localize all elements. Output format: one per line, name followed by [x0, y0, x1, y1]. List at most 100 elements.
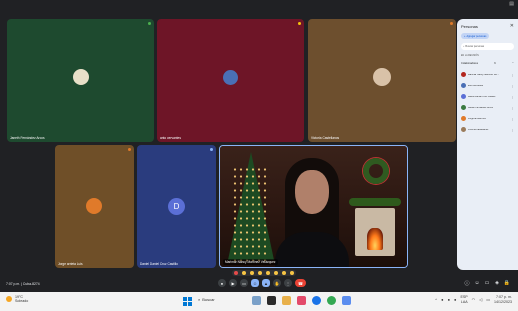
screen: ▤ Janeth Fernández Arcos anto cervantes … — [0, 0, 518, 311]
list-item[interactable]: Marimar Nancy Martínez Vel… ⋮ — [461, 69, 514, 80]
party-icon[interactable] — [250, 271, 254, 275]
end-call-icon[interactable]: ☎ — [295, 279, 306, 287]
mic-indicator-icon — [128, 148, 131, 151]
lang-code: ESP — [460, 295, 468, 299]
window-controls-icon[interactable]: ▤ — [509, 1, 514, 7]
collaborators-group[interactable]: Colaboradores 6 ⌃ — [461, 60, 514, 66]
language-indicator[interactable]: ESP LAA — [460, 295, 467, 304]
app-icon[interactable] — [252, 296, 261, 305]
chat-icon[interactable]: ▭ — [484, 280, 490, 286]
search-people-input[interactable]: ⌕ Buscar personas — [461, 43, 514, 50]
avatar — [461, 72, 466, 77]
clock[interactable]: 7:07 p. m. 14/12/2023 — [494, 295, 512, 304]
more-icon[interactable]: ⋮ — [284, 279, 292, 287]
wifi-icon[interactable]: ◠ — [472, 297, 476, 302]
search-placeholder: Buscar personas — [465, 45, 485, 48]
sun-icon — [6, 296, 12, 302]
clap-icon[interactable] — [258, 271, 262, 275]
laugh-icon[interactable] — [266, 271, 270, 275]
edge-icon[interactable] — [312, 296, 321, 305]
participant-name: Jorge arrieta Luis — [58, 262, 83, 266]
person-name: Daniel Daniel Cruz Castillo — [468, 95, 496, 98]
avatar: D — [168, 198, 185, 215]
people-list: Marimar Nancy Martínez Vel… ⋮ anto cerva… — [461, 69, 514, 135]
panel-title: Personas — [461, 24, 478, 29]
garland — [349, 198, 401, 206]
tray-app-icon[interactable]: ● — [454, 297, 456, 302]
list-item[interactable]: Victoria Castellanos ⋮ — [461, 124, 514, 135]
heart-icon[interactable] — [234, 271, 238, 275]
weather-widget[interactable]: 19°C Soleado — [6, 295, 28, 303]
mic-indicator-icon — [148, 22, 151, 25]
more-icon[interactable]: ⋮ — [511, 106, 514, 110]
cry-icon[interactable] — [282, 271, 286, 275]
people-icon[interactable]: ☺ — [474, 280, 480, 286]
present-icon[interactable]: ▲ — [262, 279, 270, 287]
add-people-label: Agregar personas — [466, 34, 487, 38]
participant-tile[interactable]: D Daniel Daniel Cruz Castillo — [137, 145, 216, 268]
mic-icon[interactable]: ● — [218, 279, 226, 287]
participant-video — [275, 154, 349, 267]
search-icon: ⌕ — [198, 297, 201, 302]
participant-name: Victoria Castellanos — [311, 136, 340, 140]
activities-icon[interactable]: ◈ — [494, 280, 500, 286]
taskbar-search[interactable]: ⌕ Buscar — [198, 297, 215, 302]
camera-icon[interactable]: ▶ — [229, 279, 237, 287]
chevron-up-icon[interactable]: ⌃ — [512, 62, 514, 65]
raise-hand-icon[interactable]: ✋ — [273, 279, 281, 287]
participant-tile[interactable]: Jorge arrieta Luis — [55, 145, 134, 268]
app-icon[interactable] — [267, 296, 276, 305]
mic-indicator-icon — [298, 22, 301, 25]
weather-condition: Soleado — [15, 299, 29, 303]
volume-icon[interactable]: ◁ — [479, 297, 482, 302]
list-item[interactable]: Daniel Daniel Cruz Castillo ⋮ — [461, 91, 514, 102]
person-name: Marimar Nancy Martínez Vel… — [468, 73, 500, 76]
participant-tile[interactable]: Janeth Fernández Arcos — [7, 19, 154, 142]
participant-tile[interactable]: Victoria Castellanos — [308, 19, 456, 142]
more-icon[interactable]: ⋮ — [511, 117, 514, 121]
section-label: EN LA REUNIÓN — [461, 55, 479, 57]
avatar — [461, 83, 466, 88]
list-item[interactable]: Janeth Fernández Arcos ⋮ — [461, 102, 514, 113]
surprise-icon[interactable] — [274, 271, 278, 275]
add-person-icon: + — [464, 34, 466, 38]
start-button[interactable] — [183, 297, 192, 306]
tray-app-icon[interactable]: ● — [448, 297, 450, 302]
meeting-info: 7:07 p.m. | Cuba-8274 — [6, 282, 40, 286]
thumbs-up-icon[interactable] — [242, 271, 246, 275]
more-icon[interactable]: ⋮ — [511, 128, 514, 132]
participant-name: anto cervantes — [160, 136, 181, 140]
app-icon[interactable] — [297, 296, 306, 305]
thinking-icon[interactable] — [290, 271, 294, 275]
chrome-icon[interactable] — [327, 296, 336, 305]
more-icon[interactable]: ⋮ — [511, 84, 514, 88]
close-icon[interactable]: ✕ — [510, 23, 514, 29]
search-icon: ⌕ — [463, 45, 465, 48]
tray-app-icon[interactable]: ● — [441, 297, 443, 302]
person-name: anto cervantes — [468, 84, 484, 87]
reactions-bar[interactable] — [232, 270, 296, 276]
mic-indicator-icon — [450, 22, 453, 25]
chevron-up-icon[interactable]: ^ — [435, 297, 437, 302]
folder-icon[interactable] — [282, 296, 291, 305]
person-name: Janeth Fernández Arcos — [468, 106, 493, 109]
participant-video-tile[interactable]: Marimar Nancy Martínez Velázquez — [219, 145, 408, 268]
list-item[interactable]: Jorge arrieta Luis ⋮ — [461, 113, 514, 124]
person-name: Jorge arrieta Luis — [468, 117, 486, 120]
app-icon[interactable] — [342, 296, 351, 305]
lock-icon[interactable]: 🔒 — [504, 280, 510, 286]
battery-icon[interactable]: ▭ — [486, 297, 490, 302]
more-icon[interactable]: ⋮ — [511, 95, 514, 99]
add-people-button[interactable]: + Agregar personas — [461, 33, 490, 39]
wreath — [363, 158, 389, 184]
participant-tile[interactable]: anto cervantes — [157, 19, 304, 142]
person-name: Victoria Castellanos — [468, 128, 489, 131]
taskbar-apps — [252, 296, 351, 305]
meeting-toolbar: 7:07 p.m. | Cuba-8274 ● ▶ ▭ ☺ ▲ ✋ ⋮ ☎ ⓘ … — [0, 277, 518, 292]
list-item[interactable]: anto cervantes ⋮ — [461, 80, 514, 91]
reactions-icon[interactable]: ☺ — [251, 279, 259, 287]
captions-icon[interactable]: ▭ — [240, 279, 248, 287]
region-code: LAA — [460, 299, 468, 304]
tree-lights — [232, 166, 270, 261]
info-icon[interactable]: ⓘ — [464, 280, 470, 287]
